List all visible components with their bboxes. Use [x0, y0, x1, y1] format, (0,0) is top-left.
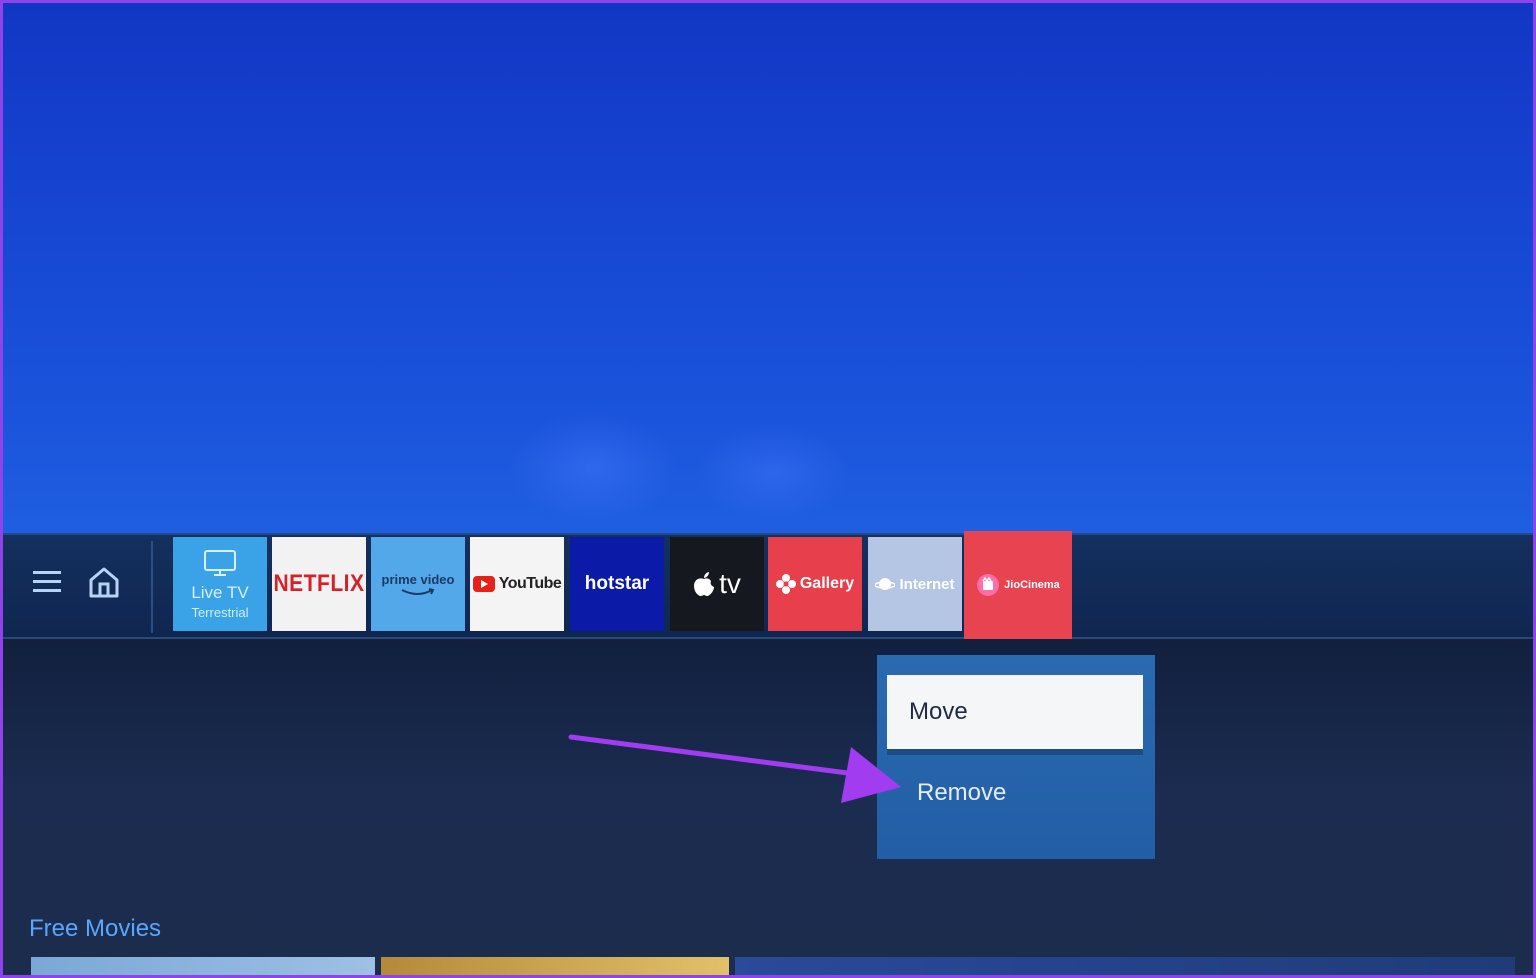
remove-menu-item[interactable]: Remove [917, 779, 1006, 807]
app-tile-prime-video[interactable]: prime video [371, 537, 465, 631]
flower-icon [775, 574, 796, 594]
app-label-gallery: Gallery [799, 575, 855, 592]
app-tile-youtube[interactable]: YouTube [470, 537, 564, 631]
section-title-free-movies: Free Movies [29, 915, 162, 942]
app-tile-jiocinema[interactable]: JioCinema [964, 531, 1072, 639]
move-menu-item[interactable]: Move [887, 675, 1143, 755]
planet-icon [875, 578, 896, 590]
app-label-jiocinema: JioCinema [1004, 579, 1060, 591]
app-tile-internet[interactable]: Internet [868, 537, 962, 631]
app-tile-gallery[interactable]: Gallery [768, 537, 862, 631]
app-label-apple-tv: tv [719, 568, 741, 599]
home-icon[interactable] [87, 565, 121, 599]
app-label-prime-video: prime video [381, 571, 455, 587]
hamburger-menu-icon[interactable] [31, 569, 63, 595]
jiocinema-logo-icon [977, 574, 1000, 596]
movie-thumbnail[interactable] [735, 957, 1515, 975]
annotation-arrow-icon [568, 734, 901, 803]
app-label-internet: Internet [899, 575, 955, 593]
app-sublabel-live-tv: Terrestrial [191, 604, 249, 620]
amazon-smile-icon [401, 587, 435, 595]
bar-divider [151, 541, 153, 633]
app-label-netflix: NETFLIX [273, 570, 365, 597]
app-tile-hotstar[interactable]: hotstar [570, 537, 664, 631]
tv-screen: Live TV Terrestrial NETFLIX prime video … [0, 0, 1536, 978]
background-sky [3, 3, 1533, 535]
app-label-hotstar: hotstar [584, 573, 650, 594]
app-tile-netflix[interactable]: NETFLIX [272, 537, 366, 631]
youtube-play-icon [472, 576, 495, 592]
tv-monitor-icon [204, 549, 236, 576]
movie-thumbnail[interactable] [381, 957, 729, 975]
apple-logo-icon [694, 572, 715, 596]
app-label-youtube: YouTube [498, 575, 562, 592]
movie-thumbnail[interactable] [31, 957, 375, 975]
app-tile-apple-tv[interactable]: tv [670, 537, 764, 631]
app-tile-live-tv[interactable]: Live TV Terrestrial [173, 537, 267, 631]
app-label-live-tv: Live TV [191, 582, 249, 602]
